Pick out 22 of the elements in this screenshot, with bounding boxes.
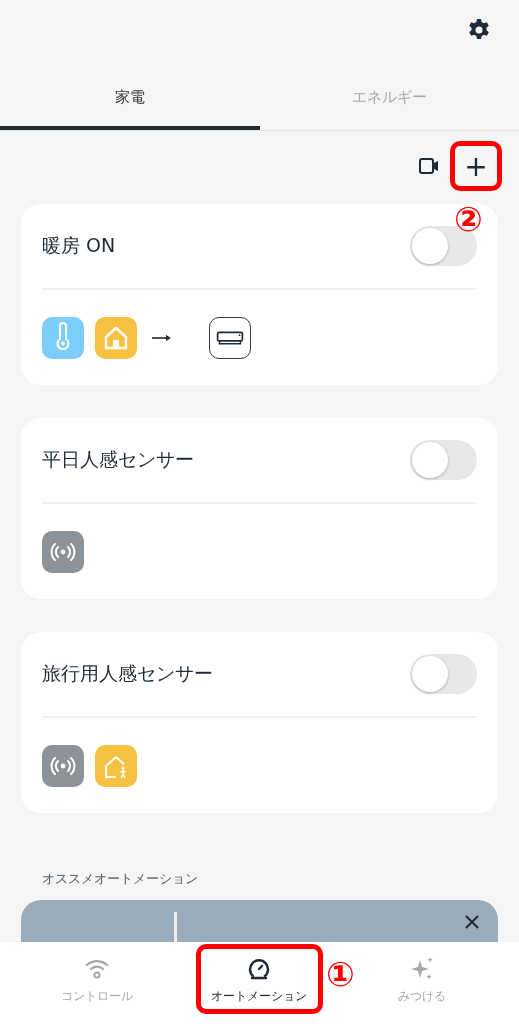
section-title: オススメオートメーション (42, 870, 199, 888)
signal-icon (42, 744, 84, 787)
step-number: ① (326, 957, 355, 991)
close-icon[interactable] (464, 914, 480, 930)
automation-card[interactable]: 平日人感センサー (21, 418, 498, 599)
toggle-switch[interactable] (410, 654, 477, 694)
step-number: ② (454, 202, 483, 236)
automation-name: 旅行用人感センサー (42, 661, 213, 686)
automation-name: 暖房 ON (42, 233, 116, 258)
air-conditioner-icon (209, 316, 251, 359)
add-button[interactable]: + (450, 141, 502, 191)
signal-icon (42, 530, 84, 573)
house-person-icon (95, 744, 137, 787)
toggle-switch[interactable] (410, 440, 477, 480)
nav-tab[interactable]: オートメーション (196, 944, 323, 1014)
house-icon (95, 316, 137, 359)
camera-icon[interactable] (418, 157, 440, 175)
settings-icon[interactable] (467, 18, 491, 42)
tab[interactable]: 家電 (0, 60, 260, 130)
automation-name: 平日人感センサー (42, 447, 194, 472)
thermometer-icon (42, 316, 84, 359)
automation-card[interactable]: 旅行用人感センサー (21, 632, 498, 813)
